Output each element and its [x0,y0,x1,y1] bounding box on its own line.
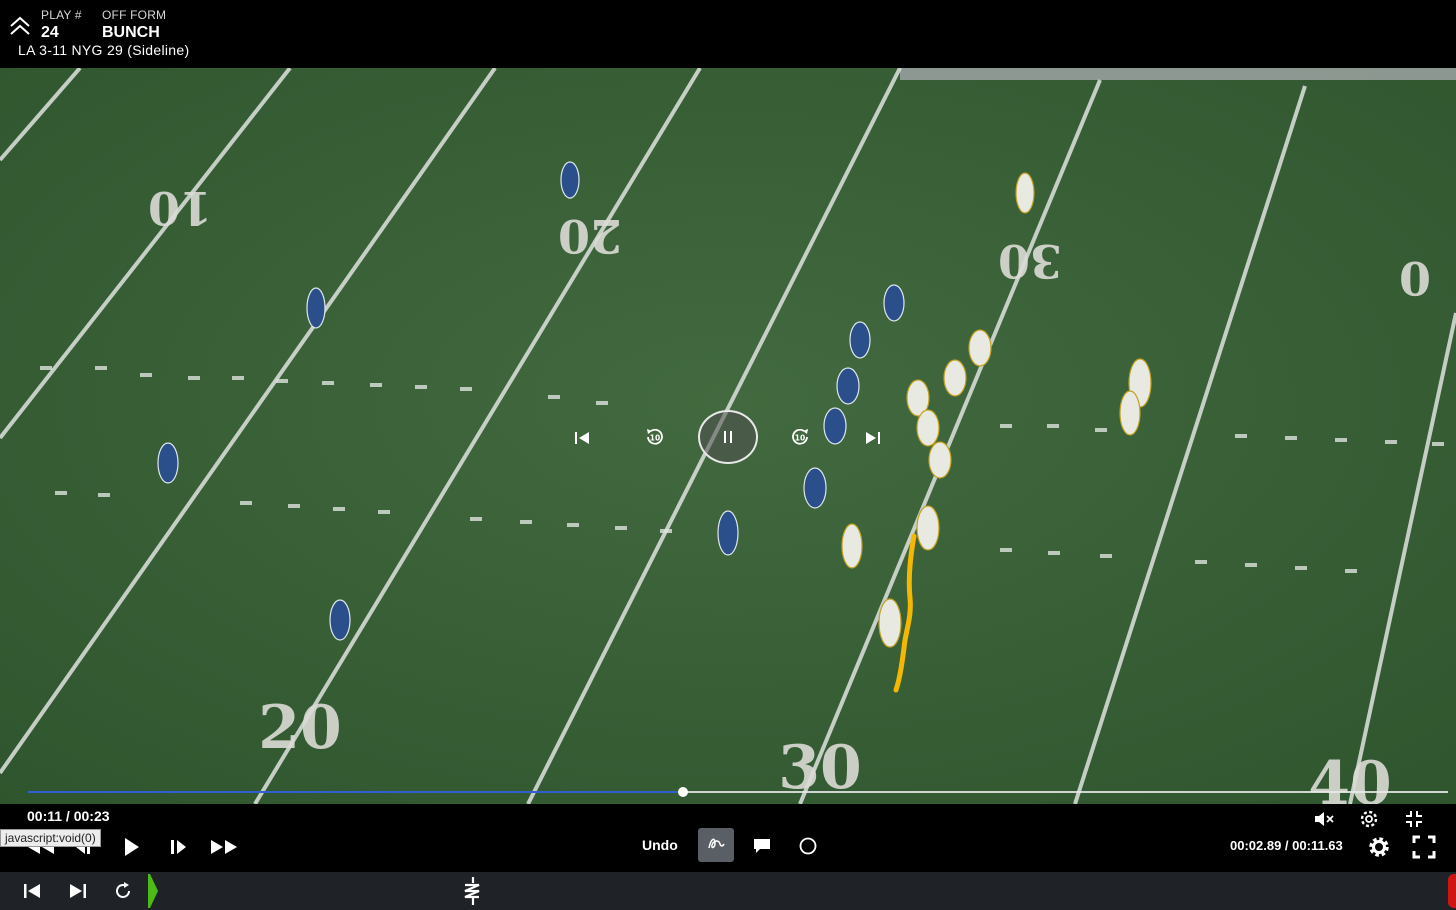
field-yard-number: 40 [1308,749,1392,804]
skip-to-end-icon[interactable] [861,426,885,450]
clip-end-marker[interactable] [1448,874,1456,908]
scrubber-progress [28,791,683,793]
field-yard-number: 0 [1399,251,1431,305]
settings-gear-icon[interactable] [1357,807,1381,831]
svg-text:10: 10 [650,434,660,443]
replay-icon[interactable] [111,879,135,903]
svg-text:10: 10 [795,434,805,443]
elapsed-time: 00:11 / 00:23 [27,808,110,824]
video-player[interactable]: 10 20 30 0 20 30 40 10 10 [0,68,1456,804]
play-icon[interactable] [118,835,144,859]
collapse-chevron-icon[interactable] [8,14,32,38]
link-tooltip: javascript:void(0) [0,829,101,847]
field-yard-number: 30 [998,234,1062,288]
fullscreen-icon[interactable] [1410,833,1438,861]
play-header: PLAY # 24 OFF FORM BUNCH LA 3-11 NYG 29 … [0,0,1456,68]
next-clip-icon[interactable] [66,880,90,902]
clip-start-marker[interactable] [148,874,158,908]
previous-clip-icon[interactable] [20,880,44,902]
circle-tool-icon[interactable] [796,834,820,858]
playlist-strip [0,872,1456,910]
freehand-draw-tool[interactable] [698,828,734,862]
forward-10-icon[interactable]: 10 [787,424,813,450]
skip-to-start-icon[interactable] [570,426,594,450]
field-yard-number: 20 [558,209,622,263]
off-form-label: OFF FORM [102,8,167,22]
pause-icon [721,429,735,445]
mute-icon[interactable] [1312,808,1336,830]
play-number-label: PLAY # [41,8,82,22]
undo-button[interactable]: Undo [642,837,678,853]
scrubber-handle[interactable] [677,787,688,797]
rewind-10-icon[interactable]: 10 [642,424,668,450]
player-controls-bar: 00:11 / 00:23 javascript:void(0) Undo 00… [0,804,1456,872]
step-forward-fast-icon[interactable] [207,835,241,859]
comment-icon[interactable] [750,834,774,858]
field-yard-number: 10 [148,181,212,235]
video-scrubber[interactable] [28,787,1448,797]
exit-fullscreen-icon[interactable] [1402,807,1426,831]
off-form-value: BUNCH [102,24,160,41]
pen-squiggle-icon [706,833,726,858]
frame-forward-icon[interactable] [165,835,191,859]
pause-button[interactable] [698,410,758,464]
clip-settings-gear-icon[interactable] [1365,833,1393,861]
telestration-marker-icon[interactable] [460,877,484,905]
segment-time: 00:02.89 / 00:11.63 [1230,838,1343,853]
game-situation: LA 3-11 NYG 29 (Sideline) [18,42,190,58]
field-yard-number: 20 [258,693,342,763]
play-number-value: 24 [41,24,59,41]
